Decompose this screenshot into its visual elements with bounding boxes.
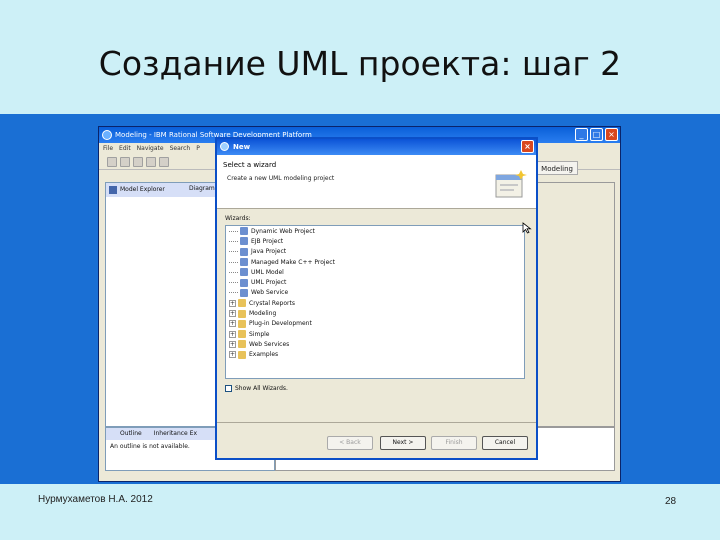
tree-line (229, 240, 238, 242)
wizard-item-label: Web Services (249, 340, 290, 348)
wizard-item-label: Crystal Reports (249, 299, 295, 307)
eclipse-app-icon (102, 130, 112, 140)
wizard-item-label: UML Project (251, 279, 287, 287)
wizard-item[interactable]: UML Project (226, 277, 524, 287)
dialog-title: New (233, 143, 251, 151)
window-controls: _ □ × (575, 128, 618, 141)
wizard-item[interactable]: Dynamic Web Project (226, 226, 524, 236)
back-button[interactable]: < Back (327, 436, 373, 450)
expand-icon[interactable]: + (229, 320, 236, 328)
expand-icon[interactable]: + (229, 330, 236, 338)
folder-icon (238, 299, 246, 308)
expand-icon[interactable]: + (229, 299, 236, 307)
window-close-button[interactable]: × (605, 128, 618, 141)
tree-line (229, 271, 238, 273)
tab-diagram[interactable]: Diagram (189, 182, 215, 196)
dialog-separator (217, 422, 536, 423)
expand-icon[interactable]: + (229, 351, 236, 359)
tab-outline[interactable]: Outline (120, 428, 142, 440)
project-icon (240, 227, 248, 236)
wizard-item-label: Java Project (251, 248, 287, 256)
new-icon[interactable] (107, 156, 117, 167)
dialog-titlebar: New × (217, 139, 536, 155)
wizard-item-label: EJB Project (251, 237, 284, 245)
tab-model-explorer-label: Model Explorer (120, 186, 165, 193)
page-number: 28 (665, 496, 677, 507)
model-explorer-icon (109, 186, 117, 194)
maximize-button[interactable]: □ (590, 128, 603, 141)
tree-line (229, 261, 238, 263)
checkbox-box[interactable] (225, 385, 232, 392)
wizard-item[interactable]: + Simple (226, 329, 524, 339)
project-icon (240, 268, 248, 277)
folder-icon (238, 309, 246, 318)
save-icon[interactable] (120, 156, 130, 167)
wizard-item[interactable]: + Plug-in Development (226, 319, 524, 329)
minimize-button[interactable]: _ (575, 128, 588, 141)
model-explorer-view: Model Explorer (105, 182, 217, 427)
wizard-item-label: Web Service (251, 289, 289, 297)
tree-line (229, 251, 238, 253)
finish-button[interactable]: Finish (431, 436, 477, 450)
tree-line (229, 230, 238, 232)
wizard-item-label: Plug-in Development (249, 320, 312, 328)
wizards-label: Wizards: (225, 215, 251, 222)
search-icon[interactable] (159, 156, 169, 167)
wizard-item[interactable]: + Web Services (226, 339, 524, 349)
wizard-item-label: Managed Make C++ Project (251, 258, 335, 266)
wizard-item[interactable]: Web Service (226, 288, 524, 298)
folder-icon (238, 340, 246, 349)
menu-item-search[interactable]: Search (170, 143, 191, 154)
footer-author: Нурмухаметов Н.А. 2012 (38, 494, 153, 505)
wizard-item[interactable]: + Modeling (226, 308, 524, 318)
tree-line (229, 292, 238, 294)
slide-title: Создание UML проекта: шаг 2 (98, 44, 622, 83)
expand-icon[interactable]: + (229, 340, 236, 348)
wizard-item[interactable]: Java Project (226, 247, 524, 257)
wizard-item[interactable]: Managed Make C++ Project (226, 257, 524, 267)
perspective-modeling[interactable]: Modeling (536, 161, 578, 175)
menu-item-navigate[interactable]: Navigate (137, 143, 164, 154)
print-icon[interactable] (133, 156, 143, 167)
wizard-item[interactable]: UML Model (226, 267, 524, 277)
folder-icon (238, 350, 246, 359)
wizard-item[interactable]: + Examples (226, 350, 524, 360)
dialog-description: Create a new UML modeling project (227, 175, 335, 182)
tree-line (229, 282, 238, 284)
project-icon (240, 288, 248, 297)
menu-item-project[interactable]: P (196, 143, 200, 154)
project-icon (240, 278, 248, 287)
wizard-item-label: Modeling (249, 310, 277, 318)
project-icon (240, 237, 248, 246)
folder-icon (238, 319, 246, 328)
wizard-item[interactable]: EJB Project (226, 236, 524, 246)
project-icon (240, 247, 248, 256)
cancel-button[interactable]: Cancel (482, 436, 528, 450)
wizard-item-label: Dynamic Web Project (251, 227, 315, 235)
wizard-item-label: Simple (249, 330, 270, 338)
tab-inheritance-explorer[interactable]: Inheritance Ex (154, 428, 197, 440)
wizards-tree: Dynamic Web Project EJB Project Java Proje… (225, 225, 525, 379)
dialog-header: Select a wizard Create a new UML modelin… (217, 155, 536, 209)
show-all-wizards-label: Show All Wizards. (235, 385, 288, 392)
wizard-banner-icon (495, 170, 527, 198)
wizard-item[interactable]: + Crystal Reports (226, 298, 524, 308)
wizard-item-label: Examples (249, 351, 279, 359)
folder-icon (238, 330, 246, 339)
wizard-item-label: UML Model (251, 268, 284, 276)
project-icon (240, 258, 248, 267)
dialog-close-button[interactable]: × (521, 140, 534, 153)
next-button[interactable]: Next > (380, 436, 426, 450)
show-all-wizards-checkbox[interactable]: Show All Wizards. (225, 385, 288, 392)
dialog-heading: Select a wizard (223, 161, 277, 169)
mouse-cursor-icon (522, 222, 532, 234)
expand-icon[interactable]: + (229, 310, 236, 318)
new-wizard-dialog: New × Select a wizard Create a new UML m… (215, 137, 538, 460)
run-icon[interactable] (146, 156, 156, 167)
menu-item-file[interactable]: File (103, 143, 113, 154)
menu-item-edit[interactable]: Edit (119, 143, 131, 154)
dialog-app-icon (220, 142, 229, 151)
